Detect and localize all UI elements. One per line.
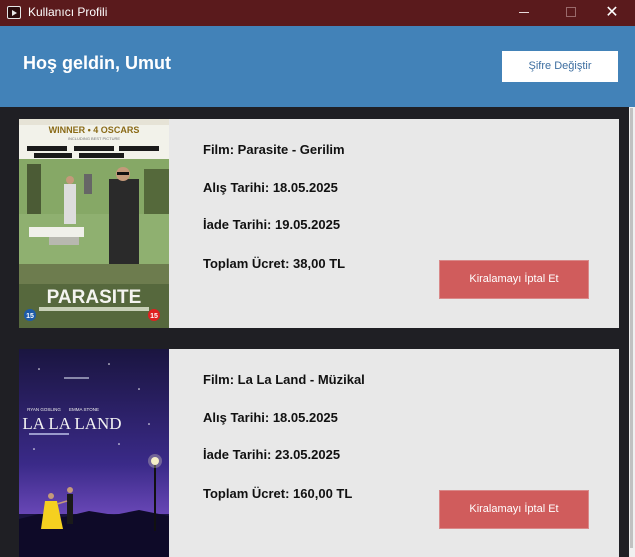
lalaland-poster-image: RYAN GOSLING EMMA STONE LA LA LAND — [19, 349, 169, 557]
film-name: Film: La La Land - Müzikal — [203, 372, 365, 387]
close-button[interactable]: ✕ — [589, 0, 635, 26]
poster-title: PARASITE — [47, 287, 142, 308]
movie-poster: RYAN GOSLING EMMA STONE LA LA LAND — [19, 349, 169, 557]
film-name: Film: Parasite - Gerilim — [203, 142, 345, 157]
poster-cast-left: RYAN GOSLING — [27, 407, 61, 412]
rental-card: WINNER • 4 OSCARS INCLUDING BEST PICTURE — [19, 119, 619, 328]
change-password-button[interactable]: Şifre Değiştir — [502, 51, 618, 82]
maximize-icon — [566, 7, 576, 17]
minimize-button[interactable] — [502, 0, 548, 26]
poster-award-text: WINNER • 4 OSCARS — [49, 125, 140, 135]
maximize-button[interactable] — [548, 0, 594, 26]
rental-card: RYAN GOSLING EMMA STONE LA LA LAND Film:… — [19, 349, 619, 557]
cancel-rental-button[interactable]: Kiralamayı İptal Et — [439, 260, 589, 299]
minimize-icon — [519, 12, 529, 13]
window-title: Kullanıcı Profili — [28, 5, 108, 19]
purchase-date: Alış Tarihi: 18.05.2025 — [203, 180, 338, 195]
window-titlebar: Kullanıcı Profili ✕ — [0, 0, 635, 26]
purchase-date: Alış Tarihi: 18.05.2025 — [203, 410, 338, 425]
total-price: Toplam Ücret: 38,00 TL — [203, 256, 346, 271]
poster-title: LA LA LAND — [22, 414, 121, 433]
return-date: İade Tarihi: 23.05.2025 — [203, 447, 341, 462]
total-price: Toplam Ücret: 160,00 TL — [203, 486, 353, 501]
poster-rating-right: 15 — [150, 313, 158, 320]
movie-poster: WINNER • 4 OSCARS INCLUDING BEST PICTURE — [19, 119, 169, 328]
greeting-text: Hoş geldin, Umut — [23, 53, 171, 73]
return-date: İade Tarihi: 19.05.2025 — [203, 217, 341, 232]
scrollbar-thumb[interactable] — [630, 108, 633, 548]
cancel-rental-button[interactable]: Kiralamayı İptal Et — [439, 490, 589, 529]
poster-cast-right: EMMA STONE — [69, 407, 99, 412]
profile-header: Hoş geldin, Umut Şifre Değiştir — [0, 26, 635, 107]
poster-rating-left: 15 — [26, 313, 34, 320]
parasite-poster-image: WINNER • 4 OSCARS INCLUDING BEST PICTURE — [19, 119, 169, 328]
poster-award-sub: INCLUDING BEST PICTURE — [68, 136, 120, 141]
rental-list[interactable]: WINNER • 4 OSCARS INCLUDING BEST PICTURE — [0, 107, 629, 557]
app-film-icon — [7, 6, 21, 19]
close-icon: ✕ — [605, 4, 619, 21]
